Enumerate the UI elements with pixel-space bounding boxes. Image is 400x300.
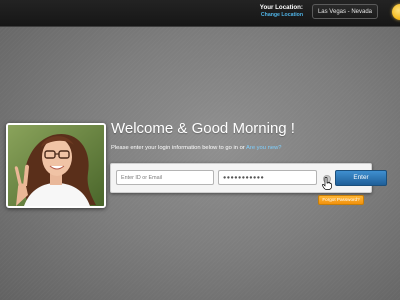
hand-cursor-icon	[322, 177, 332, 190]
woman-photo-illustration	[8, 125, 104, 206]
instructions-text: Please enter your login information belo…	[111, 145, 245, 151]
login-instructions: Please enter your login information belo…	[111, 145, 281, 151]
profile-photo	[6, 123, 106, 208]
enter-button[interactable]: Enter	[335, 170, 387, 186]
top-bar: Your Location: Change Location Las Vegas…	[0, 0, 400, 27]
location-selector[interactable]: Las Vegas - Nevada	[312, 4, 378, 19]
username-input[interactable]	[116, 170, 214, 185]
password-input[interactable]	[218, 170, 317, 185]
forgot-password-button[interactable]: Forgot Password?	[318, 195, 364, 205]
sun-icon	[392, 4, 400, 20]
change-location-link[interactable]: Change Location	[261, 12, 303, 18]
welcome-heading: Welcome & Good Morning !	[111, 120, 295, 137]
are-you-new-link[interactable]: Are you new?	[246, 145, 281, 151]
location-label: Your Location:	[259, 4, 303, 11]
login-panel: Enter	[110, 163, 387, 193]
